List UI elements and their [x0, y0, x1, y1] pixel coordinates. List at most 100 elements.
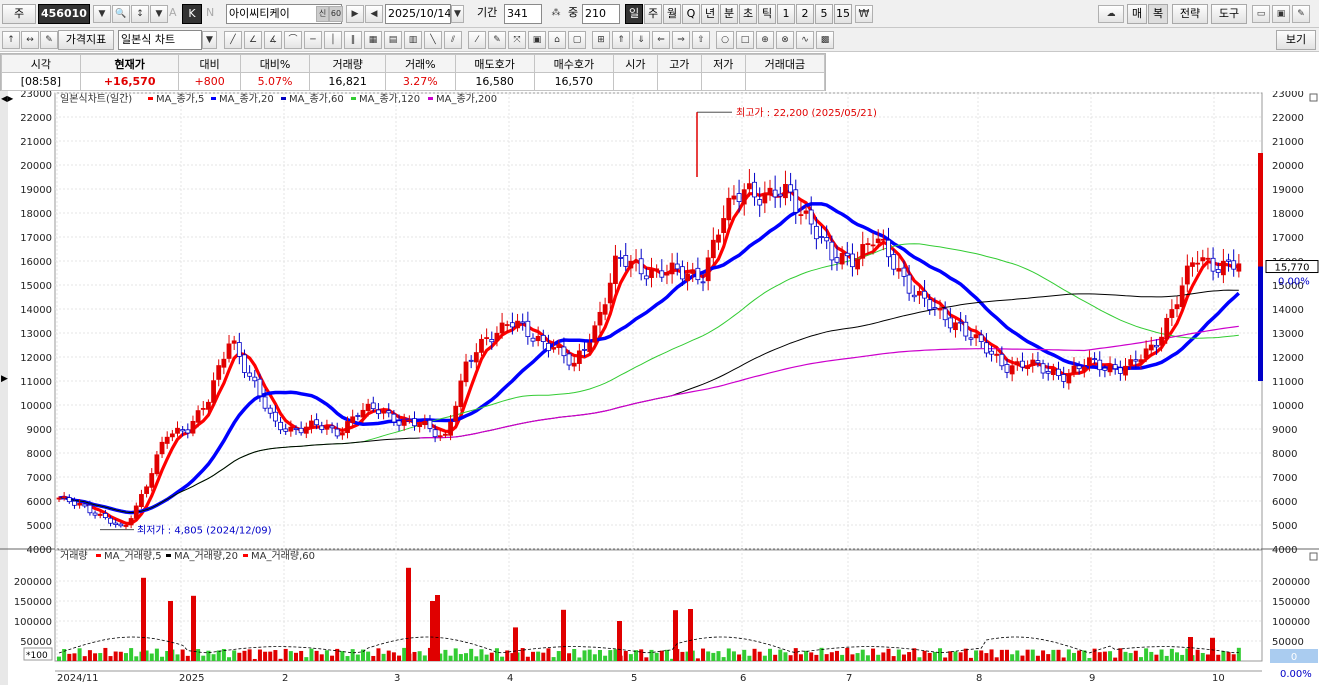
drawing-tool-icon-8[interactable]: ▤: [384, 31, 402, 49]
drawing-tool-icon-11[interactable]: ⫽: [444, 31, 462, 49]
interval-button-9[interactable]: 2: [796, 4, 814, 24]
quote-header: 매수호가: [533, 54, 614, 73]
interval-button-3[interactable]: Q: [682, 4, 700, 24]
chart-area[interactable]: ▶ ◀▶ 4000 40005000 50006000 60007000 7000800…: [0, 91, 1319, 685]
candle-body: [1200, 257, 1206, 262]
dropdown-arrow-icon[interactable]: ▼: [93, 5, 111, 23]
zoom-input[interactable]: 210: [582, 4, 620, 24]
drawing-tool-icon-4[interactable]: ─: [304, 31, 322, 49]
prev-arrow-icon[interactable]: ◀: [365, 5, 383, 23]
drawing-tool-icon-16[interactable]: ⌂: [548, 31, 566, 49]
volume-tick-right: 200000: [1272, 577, 1310, 588]
interval-button-7[interactable]: 틱: [758, 4, 776, 24]
volume-bar: [886, 648, 891, 661]
interval-button-4[interactable]: 년: [701, 4, 719, 24]
drawing-tool-icon-13[interactable]: ✎: [488, 31, 506, 49]
drawing-tool-icon-26[interactable]: ⊕: [756, 31, 774, 49]
volume-bar: [216, 650, 221, 661]
volume-bar: [546, 648, 551, 661]
x-tick-label: 2: [282, 673, 288, 684]
volume-spike-bar: [168, 601, 173, 661]
calendar-dropdown-icon[interactable]: ▼: [451, 5, 464, 23]
interval-button-1[interactable]: 주: [644, 4, 662, 24]
volume-spike-bar: [673, 610, 678, 661]
drawing-tool-icon-18[interactable]: ⊞: [592, 31, 610, 49]
drawing-tool-icon-22[interactable]: ⇒: [672, 31, 690, 49]
drawing-tool-icon-28[interactable]: ∿: [796, 31, 814, 49]
drawing-tool-icon-21[interactable]: ⇐: [652, 31, 670, 49]
drawing-tool-icon-17[interactable]: ▢: [568, 31, 586, 49]
volume-bar: [474, 656, 479, 661]
cloud-icon[interactable]: ☁: [1098, 5, 1124, 23]
interval-button-11[interactable]: 15: [834, 4, 852, 24]
expand-arrows-icon[interactable]: ↔: [21, 31, 39, 49]
volume-bar: [309, 648, 314, 661]
drawing-tool-icon-15[interactable]: ▣: [528, 31, 546, 49]
interval-button-2[interactable]: 월: [663, 4, 681, 24]
candle-body: [154, 454, 160, 475]
search-icon[interactable]: 🔍: [112, 5, 130, 23]
stock-code-input[interactable]: 456010: [38, 4, 90, 24]
up-arrow-icon[interactable]: ↑: [2, 31, 20, 49]
won-unit-icon[interactable]: ₩: [855, 5, 873, 23]
price-indicator-button[interactable]: 가격지표: [58, 30, 114, 50]
current-price-badge-value: 15,770: [1275, 263, 1310, 274]
drawing-tool-icon-1[interactable]: ∠: [244, 31, 262, 49]
date-field[interactable]: 2025/10/14: [385, 4, 451, 24]
market-select[interactable]: 주: [2, 4, 36, 24]
panel-toggle-icon[interactable]: ▶: [1, 374, 8, 384]
drawing-tool-icon-20[interactable]: ⇓: [632, 31, 650, 49]
drawing-tool-icon-19[interactable]: ⇑: [612, 31, 630, 49]
period-input[interactable]: 341: [504, 4, 542, 24]
chart-type-select[interactable]: 일본식 차트: [118, 30, 202, 50]
view-button[interactable]: 보기: [1276, 30, 1316, 50]
volume-bar: [628, 654, 633, 661]
interval-button-8[interactable]: 1: [777, 4, 795, 24]
next-arrow-icon[interactable]: ▶: [346, 5, 364, 23]
candle-body: [803, 210, 809, 214]
candle-body: [1123, 365, 1128, 376]
drawing-tool-icon-6[interactable]: ‖: [344, 31, 362, 49]
volume-bar: [283, 648, 288, 661]
save-icon[interactable]: ▣: [1272, 5, 1290, 23]
interval-button-6[interactable]: 초: [739, 4, 757, 24]
edit-icon[interactable]: ✎: [40, 31, 58, 49]
copy-button[interactable]: 복: [1148, 4, 1168, 24]
buy-button[interactable]: 매: [1127, 4, 1147, 24]
drawing-tool-icon-9[interactable]: ▥: [404, 31, 422, 49]
candle-body: [597, 311, 603, 326]
drawing-tool-icon-29[interactable]: ▩: [816, 31, 834, 49]
letter-n-button[interactable]: N: [206, 3, 214, 23]
left-panel-strip[interactable]: [0, 91, 8, 685]
letter-k-button[interactable]: K: [182, 4, 202, 24]
drawing-tool-icon-27[interactable]: ⊗: [776, 31, 794, 49]
drawing-tool-icon-3[interactable]: ⌒: [284, 31, 302, 49]
interval-button-10[interactable]: 5: [815, 4, 833, 24]
interval-button-5[interactable]: 분: [720, 4, 738, 24]
drawing-tool-icon-14[interactable]: ⤧: [508, 31, 526, 49]
scroll-arrows-icon[interactable]: ◀▶: [1, 94, 14, 103]
drawing-tool-icon-23[interactable]: ⇧: [692, 31, 710, 49]
sort-icon[interactable]: ↕: [131, 5, 149, 23]
drawing-tool-icon-24[interactable]: ○: [716, 31, 734, 49]
strategy-button[interactable]: 전략: [1172, 4, 1208, 24]
drawing-tool-icon-7[interactable]: ▦: [364, 31, 382, 49]
drawing-tool-icon-12[interactable]: ⁄: [468, 31, 486, 49]
chart-type-dropdown-icon[interactable]: ▼: [202, 31, 217, 49]
price-tick-left: 23000: [20, 91, 52, 100]
interval-button-0[interactable]: 일: [625, 4, 643, 24]
volume-tick-left: 50000: [20, 637, 52, 648]
candle-body: [1087, 357, 1092, 366]
drawing-tool-icon-2[interactable]: ∡: [264, 31, 282, 49]
drawing-tool-icon-5[interactable]: │: [324, 31, 342, 49]
drawing-tool-icon-10[interactable]: ╲: [424, 31, 442, 49]
drawing-tool-icon-0[interactable]: ╱: [224, 31, 242, 49]
wrench-icon[interactable]: ✎: [1292, 5, 1310, 23]
drawing-tool-icon-25[interactable]: □: [736, 31, 754, 49]
volume-bar: [793, 648, 798, 661]
tools-button[interactable]: 도구: [1211, 4, 1247, 24]
letter-a-button[interactable]: A: [169, 3, 177, 23]
zoom-icon[interactable]: ⁂: [547, 5, 565, 23]
dropdown-icon[interactable]: ▼: [150, 5, 168, 23]
folder-icon[interactable]: ▭: [1252, 5, 1270, 23]
